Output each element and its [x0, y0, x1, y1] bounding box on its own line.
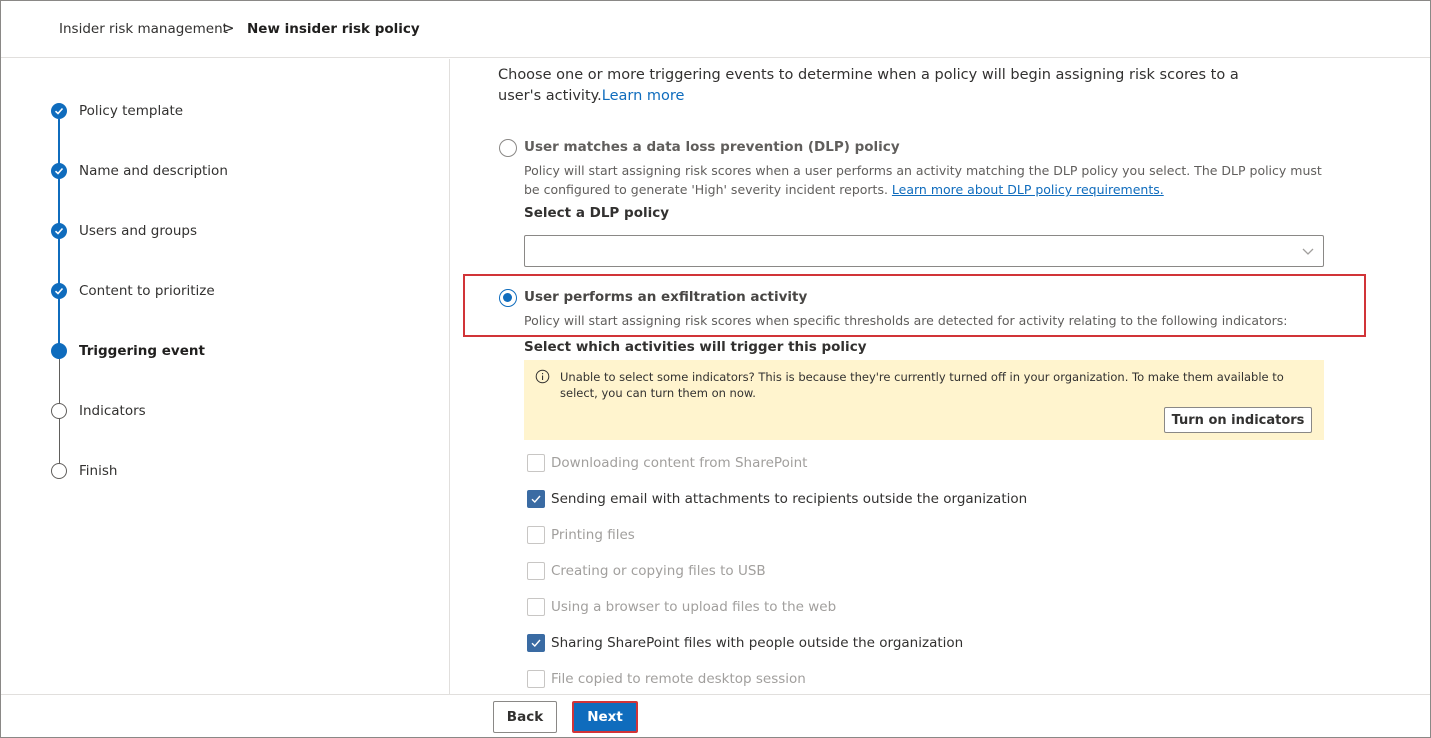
step-label: Policy template — [79, 103, 184, 119]
activity-checkbox — [527, 454, 545, 472]
turn-on-indicators-button[interactable]: Turn on indicators — [1164, 407, 1312, 433]
back-button[interactable]: Back — [493, 701, 557, 733]
activity-checkbox — [527, 598, 545, 616]
step-name-and-description[interactable]: Name and description — [51, 161, 228, 181]
dlp-policy-dropdown[interactable] — [524, 235, 1324, 267]
step-indicators: Indicators — [51, 401, 146, 421]
activity-label: Downloading content from SharePoint — [551, 455, 808, 471]
activity-checkbox-row: Creating or copying files to USB — [527, 561, 766, 581]
step-users-and-groups[interactable]: Users and groups — [51, 221, 197, 241]
notice-text: Unable to select some indicators? This i… — [560, 370, 1284, 400]
dlp-option-description: Policy will start assigning risk scores … — [524, 161, 1324, 199]
activity-label: Sending email with attachments to recipi… — [551, 491, 1028, 507]
main-content: Choose one or more triggering events to … — [451, 59, 1430, 694]
checkmark-icon — [51, 283, 67, 299]
activity-checkbox-row: Downloading content from SharePoint — [527, 453, 807, 473]
activity-label: File copied to remote desktop session — [551, 671, 806, 687]
activity-checkbox-row[interactable]: Sending email with attachments to recipi… — [527, 489, 1027, 509]
dlp-option-radio[interactable] — [499, 139, 517, 157]
activity-checkbox-row[interactable]: Sharing SharePoint files with people out… — [527, 633, 963, 653]
activity-checkbox[interactable] — [527, 490, 545, 508]
checkmark-icon — [531, 639, 541, 648]
exfiltration-option-title: User performs an exfiltration activity — [524, 289, 808, 305]
activities-heading: Select which activities will trigger thi… — [524, 339, 867, 355]
activity-checkbox-row: Using a browser to upload files to the w… — [527, 597, 836, 617]
checkmark-icon — [51, 163, 67, 179]
next-button[interactable]: Next — [572, 701, 638, 733]
step-label: Users and groups — [79, 223, 198, 239]
activity-checkbox — [527, 526, 545, 544]
activity-label: Using a browser to upload files to the w… — [551, 599, 837, 615]
pending-step-circle-icon — [51, 463, 67, 479]
current-step-dot-icon — [51, 343, 67, 359]
step-policy-template[interactable]: Policy template — [51, 101, 183, 121]
step-label: Triggering event — [79, 343, 205, 359]
breadcrumb: Insider risk management > New insider ri… — [1, 1, 1430, 58]
step-label: Finish — [79, 463, 118, 479]
learn-more-link[interactable]: Learn more — [602, 88, 685, 104]
breadcrumb-separator: > — [222, 19, 235, 37]
activity-checkbox[interactable] — [527, 634, 545, 652]
activity-label: Creating or copying files to USB — [551, 563, 766, 579]
activity-checkbox — [527, 670, 545, 688]
step-label: Content to prioritize — [79, 283, 215, 299]
step-finish: Finish — [51, 461, 117, 481]
breadcrumb-parent-link[interactable]: Insider risk management — [59, 21, 228, 37]
checkmark-icon — [531, 495, 541, 504]
dlp-option-title: User matches a data loss prevention (DLP… — [524, 139, 900, 155]
checkmark-icon — [51, 103, 67, 119]
activity-checkbox — [527, 562, 545, 580]
activity-checkbox-row: Printing files — [527, 525, 635, 545]
step-triggering-event[interactable]: Triggering event — [51, 341, 205, 361]
pending-step-circle-icon — [51, 403, 67, 419]
step-content-to-prioritize[interactable]: Content to prioritize — [51, 281, 215, 301]
activity-label: Printing files — [551, 527, 635, 543]
step-label: Indicators — [79, 403, 146, 419]
checkmark-icon — [51, 223, 67, 239]
breadcrumb-current: New insider risk policy — [247, 21, 420, 37]
activity-label: Sharing SharePoint files with people out… — [551, 635, 964, 651]
wizard-stepper: Policy template Name and description Use… — [1, 59, 450, 694]
step-label: Name and description — [79, 163, 228, 179]
indicators-notice: Unable to select some indicators? This i… — [524, 360, 1324, 440]
wizard-footer: Back Next — [1, 694, 1430, 737]
chevron-down-icon — [1301, 244, 1315, 262]
activity-checkbox-row: File copied to remote desktop session — [527, 669, 806, 689]
intro-text: Choose one or more triggering events to … — [498, 65, 1278, 107]
exfiltration-option-description: Policy will start assigning risk scores … — [524, 313, 1288, 328]
dlp-requirements-link[interactable]: Learn more about DLP policy requirements… — [892, 182, 1164, 197]
info-icon — [535, 369, 550, 388]
dlp-select-label: Select a DLP policy — [524, 205, 670, 221]
exfiltration-option-radio[interactable] — [499, 289, 517, 307]
